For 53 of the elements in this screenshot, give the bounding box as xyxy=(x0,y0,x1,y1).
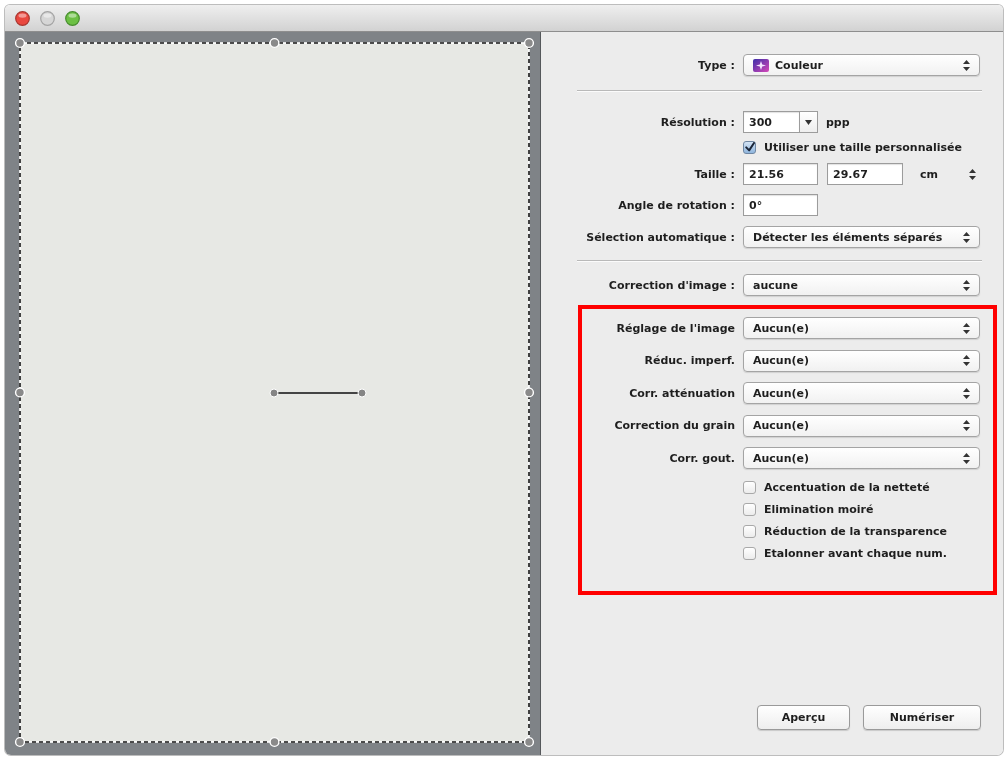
checkmark-icon xyxy=(745,142,755,152)
rotation-field[interactable]: 0° xyxy=(743,194,818,216)
size-label: Taille : xyxy=(693,167,736,181)
up-down-arrows-icon xyxy=(963,59,970,71)
up-down-arrows-icon xyxy=(963,322,970,334)
up-down-arrows-icon xyxy=(963,355,970,366)
up-down-arrows-icon xyxy=(963,452,970,464)
adjustment-label: Réduc. imperf. xyxy=(643,354,736,367)
image-correction-label: Correction d'image : xyxy=(607,278,736,292)
resolution-field[interactable]: 300 xyxy=(743,111,800,133)
adjustment-label: Correction du grain xyxy=(613,419,736,432)
checkbox[interactable] xyxy=(743,502,756,516)
checkbox-label: Accentuation de la netteté xyxy=(764,480,930,494)
stepper-arrows-icon[interactable] xyxy=(969,168,976,180)
adjustment-select[interactable]: Aucun(e) xyxy=(743,447,980,469)
type-label: Type : xyxy=(697,58,736,72)
image-correction-select[interactable]: aucune xyxy=(743,274,980,296)
resolution-label: Résolution : xyxy=(659,115,736,129)
adjustment-select[interactable]: Aucun(e) xyxy=(743,382,980,404)
adjustment-select[interactable]: Aucun(e) xyxy=(743,414,980,437)
checkbox-label: Etalonner avant chaque num. xyxy=(764,546,947,560)
checkbox-label: Elimination moiré xyxy=(764,502,874,516)
scan-button[interactable]: Numériser xyxy=(863,705,981,730)
preview-button[interactable]: Aperçu xyxy=(757,705,850,730)
auto-selection-label: Sélection automatique : xyxy=(585,230,736,244)
checkbox[interactable] xyxy=(743,140,756,154)
adjustment-label: Réglage de l'image xyxy=(615,321,736,335)
up-down-arrows-icon xyxy=(963,231,970,243)
up-down-arrows-icon xyxy=(963,387,970,399)
adjustment-select[interactable]: Aucun(e) xyxy=(743,317,980,339)
close-button[interactable] xyxy=(15,10,30,26)
resolution-dropdown-button[interactable] xyxy=(800,111,818,133)
checkbox-label: Utiliser une taille personnalisée xyxy=(764,140,962,154)
checkbox[interactable] xyxy=(743,524,756,538)
adjustment-label: Corr. atténuation xyxy=(628,386,736,400)
checkbox[interactable] xyxy=(743,546,756,560)
width-field[interactable]: 21.56 xyxy=(743,163,818,185)
zoom-button[interactable] xyxy=(65,10,80,26)
rotation-label: Angle de rotation : xyxy=(617,198,736,212)
type-select[interactable]: Couleur xyxy=(743,54,980,76)
size-unit: cm xyxy=(920,167,938,181)
auto-selection-select[interactable]: Détecter les éléments séparés xyxy=(743,226,980,248)
color-mode-icon xyxy=(753,58,769,72)
height-field[interactable]: 29.67 xyxy=(827,163,903,185)
caret-down-icon xyxy=(805,119,812,125)
checkbox[interactable] xyxy=(743,480,756,494)
up-down-arrows-icon xyxy=(963,420,970,431)
up-down-arrows-icon xyxy=(963,279,970,291)
adjustment-select[interactable]: Aucun(e) xyxy=(743,349,980,372)
adjustment-label: Corr. gout. xyxy=(668,451,736,465)
resolution-unit: ppp xyxy=(826,115,850,129)
line-handle-icon[interactable] xyxy=(269,388,367,398)
checkbox-label: Réduction de la transparence xyxy=(764,524,948,538)
